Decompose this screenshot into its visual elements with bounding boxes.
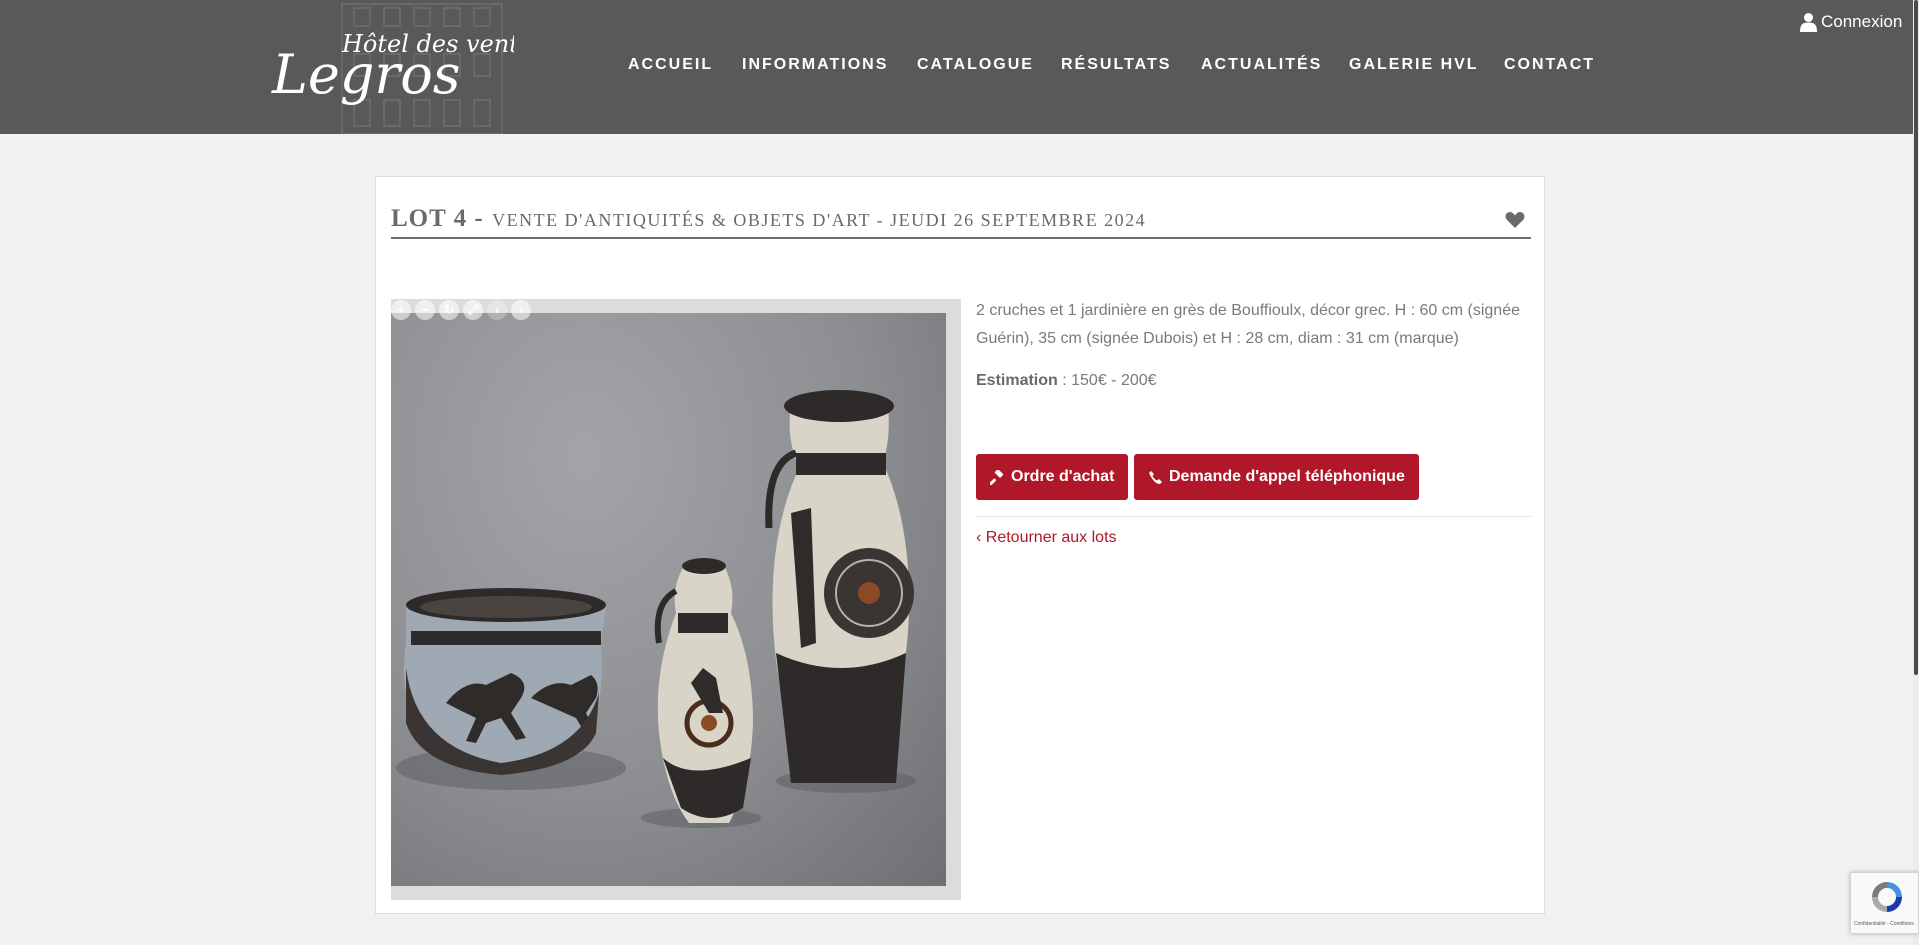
recaptcha-icon	[1872, 882, 1902, 912]
purchase-order-button[interactable]: Ordre d'achat	[976, 454, 1129, 500]
vases-illustration	[396, 390, 916, 828]
lot-title: LOT 4 - VENTE D'ANTIQUITÉS & OBJETS D'AR…	[391, 205, 1531, 239]
lot-number: LOT 4 -	[391, 205, 484, 232]
logo-line-2: Legros	[272, 43, 461, 106]
viewer-toolbar: + − ↻ ⤢ ‹ ›	[391, 300, 531, 320]
zoom-out-icon[interactable]: −	[415, 300, 435, 320]
image-viewer[interactable]: + − ↻ ⤢ ‹ ›	[391, 299, 961, 900]
site-logo[interactable]: Hôtel des ventes Legros	[232, 0, 514, 134]
divider	[976, 516, 1531, 517]
user-icon	[1800, 13, 1817, 32]
login-label: Connexion	[1821, 12, 1903, 31]
phone-bid-button[interactable]: Demande d'appel téléphonique	[1134, 454, 1419, 500]
sale-name: VENTE D'ANTIQUITÉS & OBJETS D'ART - JEUD…	[492, 210, 1147, 230]
nav-contact[interactable]: CONTACT	[1504, 56, 1595, 74]
nav-catalogue[interactable]: CATALOGUE	[917, 56, 1034, 74]
phone-icon	[1149, 470, 1162, 484]
heart-icon[interactable]	[1505, 211, 1525, 229]
estimation-label: Estimation	[976, 372, 1058, 389]
nav-resultats[interactable]: RÉSULTATS	[1061, 56, 1171, 74]
recaptcha-legal[interactable]: Confidentialité - Conditions	[1854, 921, 1914, 927]
purchase-order-label: Ordre d'achat	[1011, 468, 1115, 485]
site-header: Hôtel des ventes Legros ACCUEIL INFORMAT…	[0, 0, 1919, 134]
lot-estimation: Estimation : 150€ - 200€	[976, 372, 1157, 390]
recaptcha-badge[interactable]: Confidentialité - Conditions	[1850, 872, 1919, 934]
login-link[interactable]: Connexion	[1800, 12, 1902, 32]
nav-informations[interactable]: INFORMATIONS	[742, 56, 888, 74]
nav-actualites[interactable]: ACTUALITÉS	[1201, 56, 1322, 74]
zoom-in-icon[interactable]: +	[391, 300, 411, 320]
reset-icon[interactable]: ↻	[439, 300, 459, 320]
lot-photo[interactable]	[391, 313, 946, 886]
lot-description: 2 cruches et 1 jardinière en grès de Bou…	[976, 302, 1520, 347]
gavel-icon	[990, 469, 1004, 485]
nav-accueil[interactable]: ACCUEIL	[628, 56, 713, 74]
previous-icon[interactable]: ‹	[487, 300, 507, 320]
back-to-lots-link[interactable]: ‹ Retourner aux lots	[976, 529, 1117, 547]
next-icon[interactable]: ›	[511, 300, 531, 320]
estimation-value: : 150€ - 200€	[1057, 372, 1157, 389]
nav-galerie-hvl[interactable]: GALERIE HVL	[1349, 56, 1479, 74]
fullscreen-icon[interactable]: ⤢	[463, 300, 483, 320]
lot-card: LOT 4 - VENTE D'ANTIQUITÉS & OBJETS D'AR…	[375, 176, 1545, 914]
scrollbar-thumb[interactable]	[1914, 0, 1918, 675]
phone-bid-label: Demande d'appel téléphonique	[1169, 468, 1405, 485]
